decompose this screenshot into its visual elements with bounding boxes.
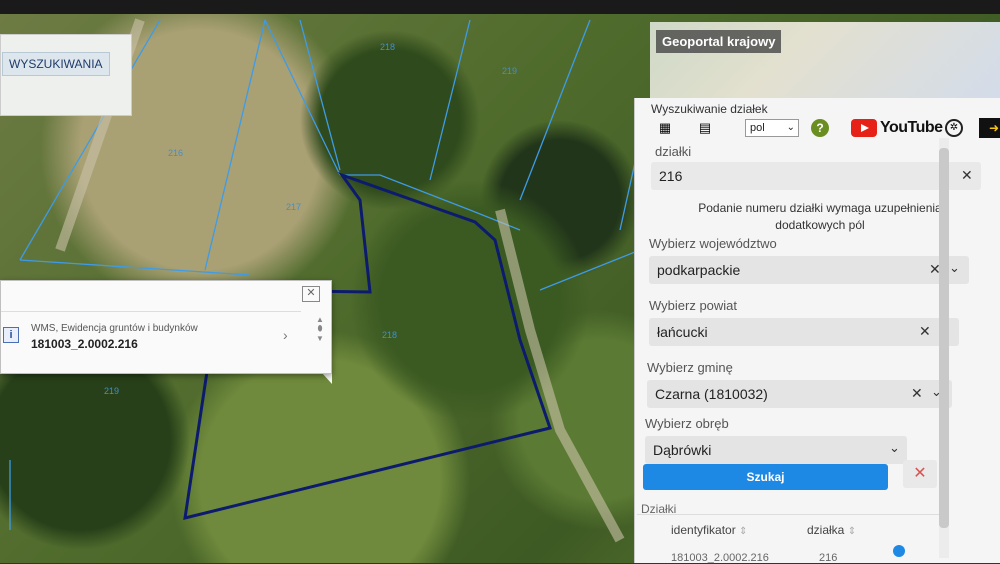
app-title[interactable]: Geoportal krajowy	[656, 30, 782, 53]
parcel-number: 219	[104, 386, 120, 396]
parcel-number: 219	[502, 66, 518, 76]
info-icon: i	[3, 327, 19, 343]
hint-text: Podanie numeru działki wymaga uzupełnien…	[698, 201, 942, 232]
zoom-to-icon[interactable]	[893, 545, 905, 557]
clear-icon[interactable]: ✕	[961, 167, 973, 184]
voivodeship-select[interactable]: podkarpackie ✕ ⌄	[649, 256, 969, 284]
district-select[interactable]: łańcucki ✕ ⌄	[649, 318, 959, 346]
parcel-number-input[interactable]: 216 ✕	[651, 162, 981, 190]
column-header-dzialka[interactable]: działka ⇕	[807, 523, 856, 537]
clear-form-button[interactable]: ✕	[903, 460, 937, 488]
panel-scrollbar[interactable]	[939, 138, 949, 558]
help-icon[interactable]: ?	[811, 119, 829, 137]
parcel-number: 218	[382, 330, 398, 340]
popup-layer-name: WMS, Ewidencja gruntów i budynków	[31, 323, 198, 334]
parcel-number: 218	[380, 42, 396, 52]
chevron-down-icon: ⌄	[786, 122, 795, 133]
chevron-down-icon[interactable]: ⌄	[889, 440, 900, 456]
chevron-right-icon[interactable]: ›	[283, 327, 288, 343]
clear-icon[interactable]: ✕	[911, 385, 923, 402]
parcel-number: 217	[286, 202, 302, 212]
language-select[interactable]: pol ⌄	[745, 119, 799, 137]
sort-icon: ⇕	[847, 526, 857, 537]
boundary-line	[539, 249, 641, 291]
accessibility-icon[interactable]: ✲	[945, 119, 963, 137]
precinct-value: Dąbrówki	[653, 442, 712, 458]
youtube-label: YouTube	[880, 119, 943, 136]
search-button[interactable]: Szukaj	[643, 464, 888, 490]
district-value: łańcucki	[657, 324, 708, 340]
screen-top-bezel	[0, 0, 1000, 14]
table-cell-id[interactable]: 181003_2.0002.216	[671, 552, 769, 564]
map-export-icon[interactable]: ▤	[697, 120, 713, 136]
arrow-right-icon[interactable]: ➜	[979, 118, 1000, 138]
boundary-line	[429, 19, 471, 181]
commune-select[interactable]: Czarna (1810032) ✕ ⌄	[647, 380, 952, 408]
parcel-number: 216	[168, 148, 184, 158]
parcel-number-value: 216	[659, 168, 683, 184]
close-icon[interactable]: ✕	[302, 286, 320, 302]
commune-label: Wybierz gminę	[647, 360, 733, 375]
scroll-thumb[interactable]	[939, 148, 949, 528]
precinct-label: Wybierz obręb	[645, 416, 729, 431]
boundary-line	[299, 19, 341, 171]
clear-icon[interactable]: ✕	[919, 323, 931, 340]
parcel-search-panel: Wyszukiwanie działek ▦ ▤ pol ⌄ ? YouTube…	[634, 98, 1000, 564]
popup-parcel-id[interactable]: 181003_2.0002.216	[31, 337, 138, 351]
boundary-line	[519, 19, 591, 201]
voivodeship-value: podkarpackie	[657, 262, 741, 278]
column-header-identyfikator[interactable]: identyfikator ⇕	[671, 523, 747, 537]
youtube-play-icon	[851, 119, 877, 137]
boundary-line	[204, 19, 266, 271]
precinct-select[interactable]: Dąbrówki ⌄	[645, 436, 907, 464]
commune-value: Czarna (1810032)	[655, 386, 768, 402]
boundary-line	[264, 19, 341, 176]
search-tab[interactable]: WYSZUKIWANIA	[2, 52, 110, 76]
column-label: identyfikator	[671, 523, 736, 537]
road	[495, 208, 625, 543]
table-cell-parcel[interactable]: 216	[819, 552, 837, 564]
table-icon[interactable]: ▦	[657, 120, 673, 136]
parcel-number-label: działki	[655, 144, 692, 159]
chevron-down-icon[interactable]: ⌄	[949, 260, 960, 276]
popup-divider	[1, 311, 301, 312]
geoportal-header: Geoportal krajowy	[650, 22, 1000, 98]
results-table-header: identyfikator ⇕ działka ⇕	[637, 514, 947, 549]
popup-scroller[interactable]: ▲ ⬮ ▼	[314, 315, 326, 361]
column-label: działka	[807, 523, 845, 537]
voivodeship-label: Wybierz województwo	[649, 236, 777, 251]
feature-info-popup: ✕ i WMS, Ewidencja gruntów i budynków 18…	[0, 280, 332, 374]
district-label: Wybierz powiat	[649, 298, 738, 313]
language-value: pol	[750, 122, 765, 134]
panel-title: Wyszukiwanie działek	[651, 102, 768, 116]
sort-icon: ⇕	[739, 526, 748, 537]
boundary-line	[19, 259, 251, 276]
